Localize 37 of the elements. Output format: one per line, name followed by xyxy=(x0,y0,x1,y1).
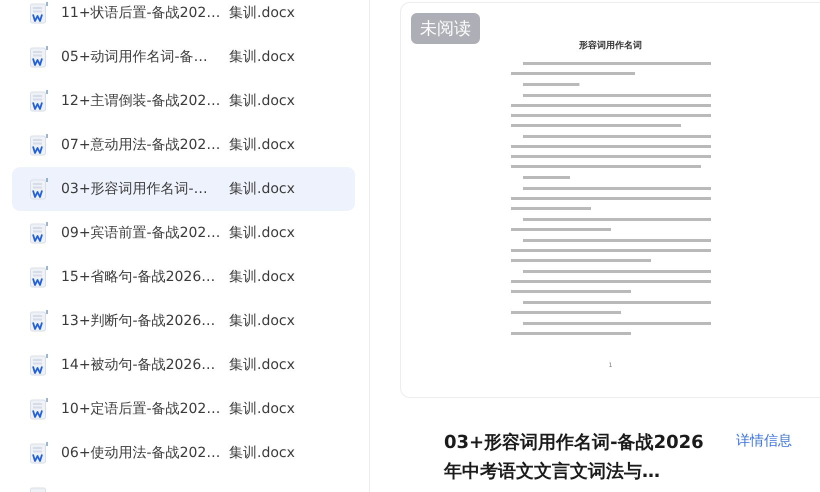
file-item[interactable]: 14+被动句-备战2026… 集训.docx xyxy=(12,343,355,387)
word-document-icon xyxy=(30,442,48,464)
file-item[interactable]: 07+意动用法-备战202… 集训.docx xyxy=(12,123,355,167)
file-item[interactable]: 11+状语后置-备战202… 集训.docx xyxy=(12,0,355,35)
word-document-icon xyxy=(30,266,48,288)
file-name: 14+被动句-备战2026… 集训.docx xyxy=(61,356,295,374)
file-name: 15+省略句-备战2026… 集训.docx xyxy=(61,268,295,286)
file-name: 09+宾语前置-备战202… 集训.docx xyxy=(61,224,295,242)
file-name: 10+定语后置-备战202… 集训.docx xyxy=(61,400,295,418)
file-name: 13+判断句-备战2026… 集训.docx xyxy=(61,312,295,330)
file-item[interactable]: 13+判断句-备战2026… 集训.docx xyxy=(12,299,355,343)
word-document-icon xyxy=(30,134,48,156)
file-name: 05+动词用作名词-备… 集训.docx xyxy=(61,48,295,66)
file-item[interactable]: 06+使动用法-备战202… 集训.docx xyxy=(12,431,355,475)
file-item[interactable]: 10+定语后置-备战202… 集训.docx xyxy=(12,387,355,431)
file-name: 03+形容词用作名词-… 集训.docx xyxy=(61,180,295,198)
file-name: 07+意动用法-备战202… 集训.docx xyxy=(61,136,295,154)
document-title: 03+形容词用作名词-备战2026年中考语文文言文词法与… xyxy=(444,431,705,484)
page-title: 形容词用作名词 xyxy=(579,39,642,52)
file-name: 06+使动用法-备战202… 集训.docx xyxy=(61,444,295,462)
file-name: 11+状语后置-备战202… 集训.docx xyxy=(61,4,295,22)
word-document-icon xyxy=(30,310,48,332)
word-document-icon xyxy=(30,178,48,200)
file-item[interactable]: 09+宾语前置-备战202… 集训.docx xyxy=(12,211,355,255)
file-item[interactable]: 12+主谓倒装-备战202… 集训.docx xyxy=(12,79,355,123)
word-document-icon xyxy=(30,398,48,420)
file-name: 12+主谓倒装-备战202… 集训.docx xyxy=(61,92,295,110)
file-item[interactable]: 03+形容词用作名词-… 集训.docx xyxy=(12,167,355,211)
unread-badge: 未阅读 xyxy=(411,13,480,44)
word-document-icon xyxy=(30,222,48,244)
word-document-icon xyxy=(30,2,48,24)
file-item[interactable]: 15+省略句-备战2026… 集训.docx xyxy=(12,255,355,299)
word-document-icon xyxy=(30,354,48,376)
word-document-icon xyxy=(30,90,48,112)
word-document-icon xyxy=(30,46,48,68)
file-item[interactable]: 05+动词用作名词-备… 集训.docx xyxy=(12,35,355,79)
details-link[interactable]: 详情信息 xyxy=(736,432,792,450)
